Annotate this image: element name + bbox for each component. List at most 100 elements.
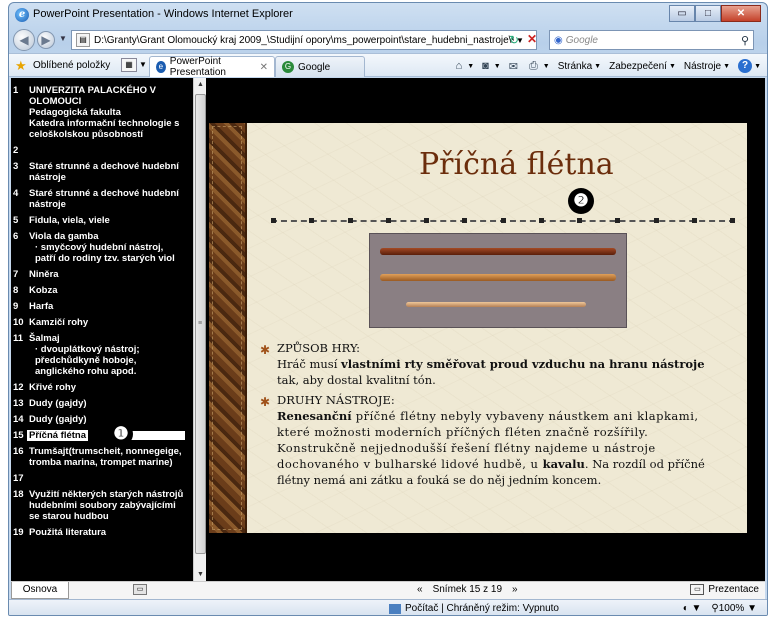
search-icon[interactable]: ⚲: [741, 34, 749, 47]
outline-item-4[interactable]: 4 Staré strunné a dechové hudební nástroj…: [13, 188, 185, 210]
help-menu[interactable]: ? ▼: [738, 59, 761, 73]
slideshow-icon: ▭: [690, 584, 705, 595]
outline-item-12[interactable]: 12 Křivé rohy: [13, 382, 185, 393]
tab-google[interactable]: G Google: [275, 56, 365, 77]
refresh-icon[interactable]: ↻: [509, 33, 519, 47]
window-title: PowerPoint Presentation - Windows Intern…: [33, 8, 293, 20]
status-bar: Počítač | Chráněný režim: Vypnuto ◐ ▼ ⚲1…: [9, 599, 767, 615]
text-run-bold: kavalu: [542, 457, 585, 471]
outline-item-line: · dvouplátkový nástroj; předchůdkyně hob…: [35, 344, 140, 377]
page-icon: ▤: [76, 33, 90, 47]
address-field[interactable]: ▤ D:\Granty\Grant Olomoucký kraj 2009_\S…: [71, 30, 537, 50]
feeds-button[interactable]: ◙ ▼: [482, 60, 501, 72]
security-zone[interactable]: Počítač | Chráněný režim: Vypnuto: [389, 603, 559, 614]
address-url[interactable]: D:\Granty\Grant Olomoucký kraj 2009_\Stu…: [94, 35, 514, 46]
decorative-wood-strip: [209, 123, 247, 533]
outline-item-13[interactable]: 13 Dudy (gajdy): [13, 398, 185, 409]
search-placeholder[interactable]: Google: [566, 35, 741, 46]
outline-item-5[interactable]: 5 Fidula, viela, viele: [13, 215, 185, 226]
outline-item-2[interactable]: 2: [13, 145, 185, 156]
viewer-content: 1 UNIVERZITA PALACKÉHO V OLOMOUCI Pedagogi…: [11, 78, 765, 581]
outline-item-number: 8: [13, 285, 19, 296]
zoom-control[interactable]: ⚲100% ▼: [711, 603, 757, 614]
outline-item-11[interactable]: 11 Šalmaj · dvouplátkový nástroj; předchůd…: [13, 333, 185, 377]
outline-item-14[interactable]: 14 Dudy (gajdy): [13, 414, 185, 425]
rss-icon: ◙: [482, 60, 489, 72]
tab-close-icon[interactable]: ✕: [260, 62, 268, 73]
outline-tab[interactable]: Osnova: [11, 582, 69, 599]
security-menu[interactable]: Zabezpečení ▼: [609, 61, 676, 72]
outline-item-number: 1: [13, 85, 19, 96]
mail-button[interactable]: ✉: [509, 60, 521, 73]
protected-mode-icon[interactable]: ◐ ▼: [683, 603, 702, 614]
outline-item-number: 4: [13, 188, 19, 199]
outline-item-16[interactable]: 16 Trumšajt(trumscheit, nonnegeige, tromb…: [13, 446, 185, 468]
title-bar: e PowerPoint Presentation - Windows Inte…: [9, 3, 767, 27]
back-button[interactable]: ◀: [13, 29, 35, 51]
presentation-button[interactable]: ▭ Prezentace: [690, 584, 759, 595]
history-dropdown-icon[interactable]: ▼: [59, 34, 67, 43]
security-menu-label: Zabezpečení: [609, 60, 667, 72]
tab-list-dropdown-icon[interactable]: ▼: [139, 60, 147, 69]
google-tab-icon: G: [282, 61, 294, 73]
outline-item-number: 7: [13, 269, 19, 280]
close-button[interactable]: ✕: [721, 5, 761, 22]
slide-counter: Snímek 15 z 19: [432, 584, 503, 595]
outline-item-7[interactable]: 7 Niněra: [13, 269, 185, 280]
outline-item-17[interactable]: 17: [13, 473, 185, 484]
bullet-icon: ✱: [260, 343, 271, 357]
slide-canvas: Příčná flétna ❷ ✱ ZPŮSOB HRY: Hráč musí …: [209, 123, 747, 533]
search-field[interactable]: ◉ Google ⚲: [549, 30, 754, 50]
outline-item-number: 17: [13, 473, 24, 484]
browser-window: e PowerPoint Presentation - Windows Inte…: [8, 2, 768, 616]
scroll-down-arrow[interactable]: ▼: [194, 568, 207, 581]
tab-label: Google: [298, 61, 331, 73]
bullet-heading: ZPŮSOB HRY:: [277, 341, 361, 355]
outline-scrollbar[interactable]: ▲ ≡ ▼: [193, 78, 206, 581]
outline-toggle-icon[interactable]: ▭: [133, 584, 147, 595]
zone-label: Počítač | Chráněný režim: Vypnuto: [405, 603, 559, 614]
outline-item-number: 15: [13, 430, 24, 441]
tools-menu[interactable]: Nástroje ▼: [684, 61, 730, 72]
outline-item-number: 19: [13, 527, 24, 538]
stop-icon[interactable]: ✕: [527, 32, 537, 46]
forward-button[interactable]: ▶: [37, 31, 55, 49]
maximize-button[interactable]: □: [695, 5, 721, 22]
print-button[interactable]: ⎙ ▼: [529, 60, 550, 73]
outline-item-title: Staré strunné a dechové hudební nástroje: [29, 188, 179, 210]
outline-item-15[interactable]: 15 Příčná flétna ❶: [13, 422, 185, 446]
text-run-bold: vlastními rty směřovat proud vzduchu na …: [341, 357, 705, 371]
outline-item-8[interactable]: 8 Kobza: [13, 285, 185, 296]
page-menu[interactable]: Stránka ▼: [558, 61, 601, 72]
home-button[interactable]: ⌂ ▼: [456, 60, 475, 72]
scroll-up-arrow[interactable]: ▲: [194, 78, 207, 91]
scroll-thumb[interactable]: ≡: [195, 94, 206, 554]
outline-item-title: Příčná flétna: [27, 430, 89, 441]
presentation-label: Prezentace: [708, 584, 759, 595]
page-menu-label: Stránka: [557, 60, 593, 72]
bullet-heading: DRUHY NÁSTROJE:: [277, 393, 395, 407]
outline-item-number: 16: [13, 446, 24, 457]
outline-item-19[interactable]: 19 Použitá literatura: [13, 527, 185, 538]
printer-icon: ⎙: [528, 59, 538, 72]
outline-item-title: Niněra: [29, 269, 59, 280]
outline-item-9[interactable]: 9 Harfa: [13, 301, 185, 312]
outline-item-3[interactable]: 3 Staré strunné a dechové hudební nástroj…: [13, 161, 185, 183]
outline-item-number: 11: [13, 333, 24, 344]
minimize-button[interactable]: ▭: [669, 5, 695, 22]
favorites-button[interactable]: Oblíbené položky: [33, 60, 110, 71]
quick-tabs-icon[interactable]: ▦: [121, 58, 137, 72]
outline-item-10[interactable]: 10 Kamzičí rohy: [13, 317, 185, 328]
outline-item-line: · smyčcový hudební nástroj, patří do rod…: [35, 242, 175, 264]
outline-item-6[interactable]: 6 Viola da gamba · smyčcový hudební nástro…: [13, 231, 185, 264]
tab-powerpoint[interactable]: e PowerPoint Presentation ✕: [149, 56, 275, 78]
mail-icon: ✉: [508, 60, 518, 73]
outline-item-18[interactable]: 18 Využití některých starých nástrojů hud…: [13, 489, 185, 522]
next-slide-button[interactable]: »: [512, 584, 518, 595]
outline-item-number: 2: [13, 145, 19, 156]
favorites-bar: ★ Oblíbené položky ▦ ▼ e PowerPoint Pres…: [9, 53, 767, 78]
address-toolbar: ◀ ▶ ▼ ▤ D:\Granty\Grant Olomoucký kraj 2…: [9, 27, 767, 53]
favorites-star-icon[interactable]: ★: [15, 58, 27, 74]
previous-slide-button[interactable]: «: [417, 584, 423, 595]
outline-item-1[interactable]: 1 UNIVERZITA PALACKÉHO V OLOMOUCI Pedagogi…: [13, 85, 185, 140]
